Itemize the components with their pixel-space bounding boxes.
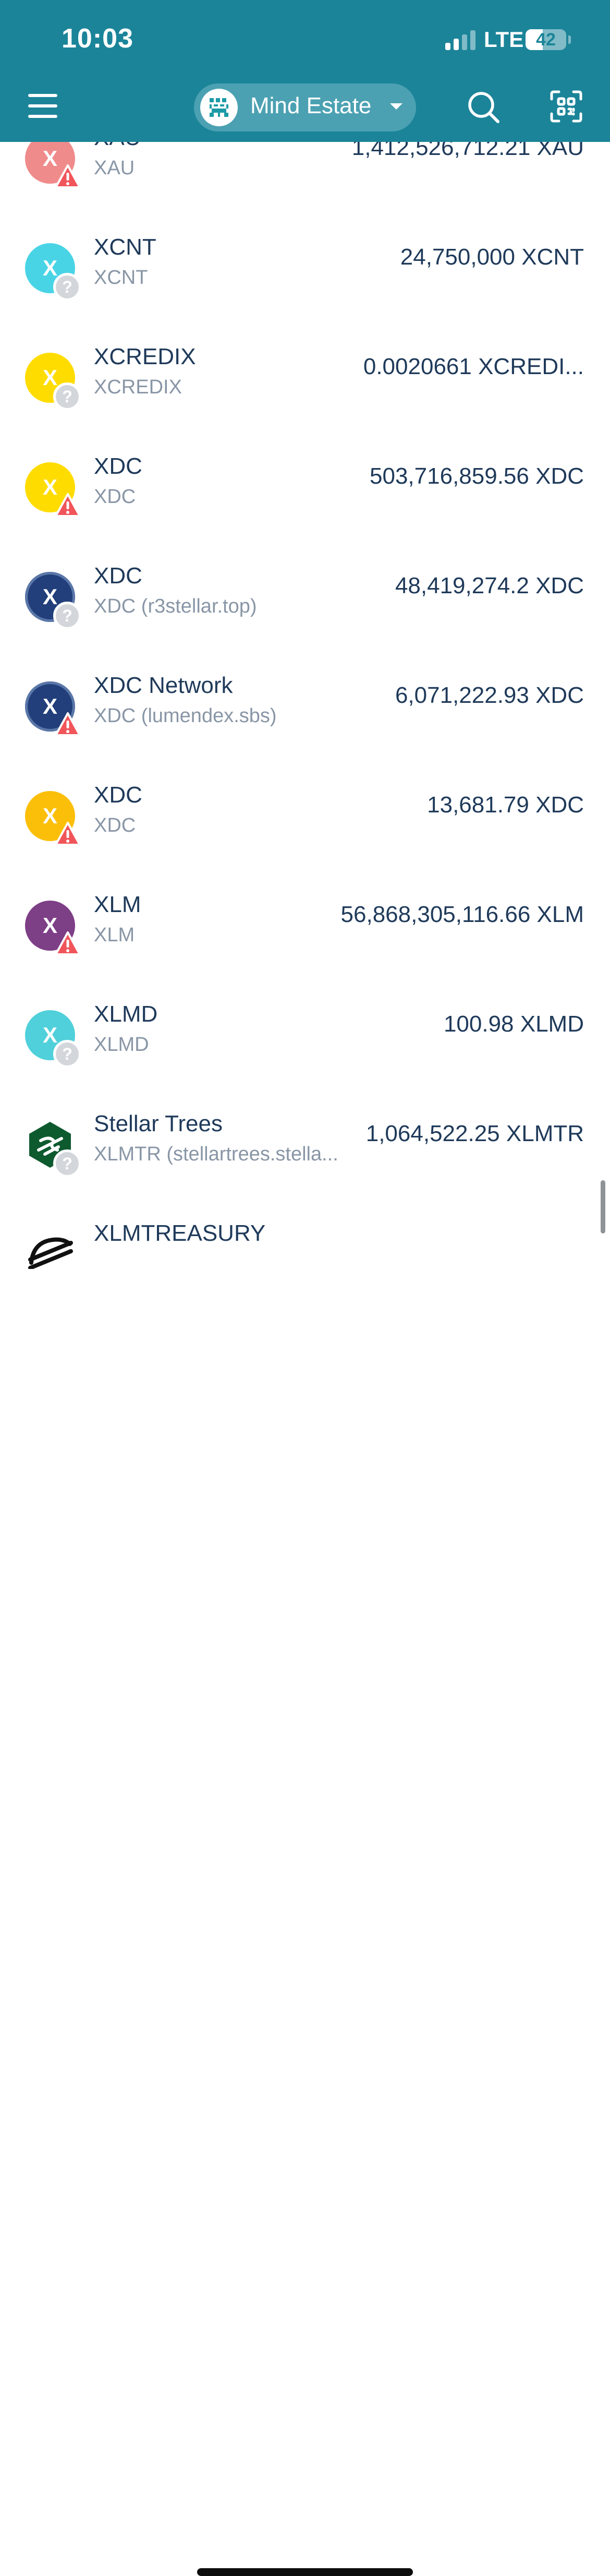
asset-name: XCREDIX — [94, 344, 196, 369]
question-icon: ? — [53, 1040, 81, 1068]
asset-code: XLM — [94, 924, 135, 946]
account-avatar — [200, 89, 238, 126]
asset-balance: 56,868,305,116.66 XLM — [340, 902, 584, 927]
app-header: 10:03 LTE 42 Mind Estate — [0, 0, 610, 142]
asset-name: XAU — [94, 142, 141, 151]
asset-name: Stellar Trees — [94, 1111, 223, 1136]
asset-name: XDC — [94, 563, 142, 589]
asset-balance: 1,064,522.25 XLMTR — [365, 1121, 584, 1146]
hamburger-menu-icon[interactable] — [28, 93, 60, 122]
warning-icon — [54, 930, 81, 957]
battery-level: 42 — [536, 30, 556, 50]
asset-balance: 6,071,222.93 XDC — [395, 682, 584, 708]
asset-row-xau[interactable]: X XAU XAU 1,412,526,712.21 XAU — [0, 142, 610, 211]
search-icon[interactable] — [465, 89, 503, 126]
warning-icon — [54, 163, 81, 190]
qr-scan-icon[interactable] — [550, 90, 583, 123]
asset-row-xdc-r3stellar[interactable]: X ? XDC XDC (r3stellar.top) 48,419,274.2… — [0, 540, 610, 650]
signal-icon — [445, 29, 477, 50]
asset-row-xlm[interactable]: X XLM XLM 56,868,305,116.66 XLM — [0, 869, 610, 978]
asset-balance: 100.98 XLMD — [443, 1011, 584, 1037]
network-label: LTE — [484, 27, 524, 52]
warning-icon — [54, 711, 81, 738]
warning-icon — [54, 492, 81, 519]
asset-row-xcredix[interactable]: X ? XCREDIX XCREDIX 0.0020661 XCREDI... — [0, 321, 610, 430]
chevron-down-icon — [390, 103, 402, 110]
stellar-logo-icon — [25, 1229, 75, 1269]
battery-icon: 42 — [526, 29, 566, 50]
asset-row-xdc[interactable]: X XDC XDC 503,716,859.56 XDC — [0, 430, 610, 540]
account-selector[interactable]: Mind Estate — [194, 83, 416, 131]
asset-row-xcnt[interactable]: X ? XCNT XCNT 24,750,000 XCNT — [0, 211, 610, 321]
asset-code: XDC — [94, 486, 136, 508]
asset-name: XCNT — [94, 234, 156, 260]
asset-row-xdc-2[interactable]: X XDC XDC 13,681.79 XDC — [0, 759, 610, 869]
asset-row-xdc-network[interactable]: X XDC Network XDC (lumendex.sbs) 6,071,2… — [0, 650, 610, 759]
asset-code: XDC — [94, 814, 136, 836]
battery-cap — [568, 35, 571, 44]
asset-balance: 13,681.79 XDC — [427, 792, 584, 818]
home-indicator[interactable] — [197, 2568, 413, 2576]
asset-name: XLM — [94, 892, 141, 917]
warning-icon — [54, 821, 81, 848]
question-icon: ? — [53, 382, 81, 411]
asset-row-xlmtreasury[interactable]: XLMTREASURY — [0, 1197, 610, 1269]
asset-code: XLMD — [94, 1034, 149, 1056]
asset-name: XDC Network — [94, 673, 233, 698]
asset-name: XLMTREASURY — [94, 1220, 266, 1246]
asset-code: XDC (lumendex.sbs) — [94, 705, 277, 727]
asset-row-stellar-trees[interactable]: ? Stellar Trees XLMTR (stellartrees.stel… — [0, 1088, 610, 1197]
asset-balance: 24,750,000 XCNT — [400, 244, 584, 270]
asset-name: XDC — [94, 453, 142, 479]
asset-list[interactable]: X XAU XAU 1,412,526,712.21 XAU X ? XCNT … — [0, 142, 610, 1269]
asset-balance: 1,412,526,712.21 XAU — [351, 142, 584, 160]
question-icon: ? — [53, 602, 81, 630]
bottom-safe-area — [0, 1269, 610, 2576]
question-icon: ? — [53, 273, 81, 301]
status-time: 10:03 — [62, 23, 133, 54]
scrollbar[interactable] — [601, 1180, 605, 1233]
asset-code: XAU — [94, 157, 135, 179]
asset-code: XCREDIX — [94, 376, 182, 398]
asset-code: XLMTR (stellartrees.stella... — [94, 1143, 338, 1165]
asset-row-xlmd[interactable]: X ? XLMD XLMD 100.98 XLMD — [0, 978, 610, 1088]
asset-balance: 48,419,274.2 XDC — [395, 573, 584, 598]
asset-name: XDC — [94, 782, 142, 808]
account-name: Mind Estate — [250, 93, 372, 118]
asset-balance: 0.0020661 XCREDI... — [363, 354, 584, 379]
asset-balance: 503,716,859.56 XDC — [370, 463, 584, 489]
question-icon: ? — [53, 1149, 81, 1178]
asset-name: XLMD — [94, 1001, 158, 1027]
asset-code: XDC (r3stellar.top) — [94, 595, 257, 617]
asset-code: XCNT — [94, 267, 148, 289]
